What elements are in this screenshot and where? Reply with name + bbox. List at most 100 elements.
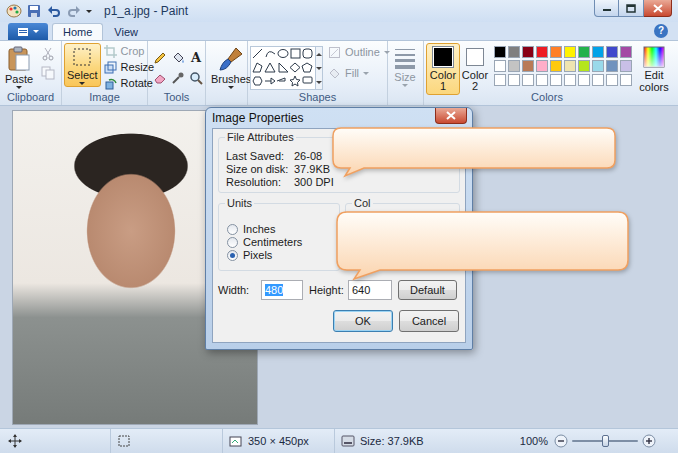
palette-color[interactable]: [592, 46, 604, 58]
zoom-out-icon[interactable]: [554, 434, 568, 448]
palette-color[interactable]: [494, 60, 506, 72]
fill-tool[interactable]: [169, 49, 187, 67]
palette-color[interactable]: [592, 60, 604, 72]
palette-color[interactable]: [522, 74, 534, 86]
text-tool[interactable]: A: [187, 49, 205, 67]
palette-color[interactable]: [522, 46, 534, 58]
palette-color[interactable]: [536, 46, 548, 58]
color-swatch: [432, 46, 454, 68]
ribbon-tab[interactable]: View: [103, 23, 149, 40]
undo-icon[interactable]: [46, 3, 62, 19]
magnifier-tool[interactable]: [187, 69, 205, 87]
color-slot-button[interactable]: Color 2: [460, 43, 490, 95]
close-button[interactable]: [644, 0, 672, 17]
palette-color[interactable]: [620, 46, 632, 58]
brushes-group: Brushes: [206, 41, 248, 105]
palette-color[interactable]: [606, 60, 618, 72]
palette-color[interactable]: [620, 74, 632, 86]
selection-size: [110, 429, 222, 453]
palette-color[interactable]: [522, 60, 534, 72]
zoom-slider[interactable]: [572, 434, 638, 448]
select-button[interactable]: Select: [64, 43, 101, 87]
paint-app-icon[interactable]: [6, 3, 22, 19]
unit-radio[interactable]: Inches: [227, 223, 339, 236]
zoom-slider-thumb[interactable]: [602, 435, 609, 447]
palette-color[interactable]: [508, 74, 520, 86]
edit-colors-button[interactable]: Edit colors: [635, 43, 673, 95]
menu-caret-icon: [33, 30, 39, 33]
palette-color[interactable]: [494, 46, 506, 58]
window-controls: [594, 0, 672, 17]
dialog-close-button[interactable]: [435, 108, 467, 124]
rotate-icon: [104, 77, 117, 90]
save-icon[interactable]: [26, 3, 42, 19]
file-size: Size: 37.9KB: [334, 429, 484, 453]
size-button[interactable]: Size: [390, 43, 420, 89]
palette-color[interactable]: [564, 46, 576, 58]
outline-icon: [328, 46, 341, 59]
group-label: Shapes: [250, 91, 385, 105]
group-label: Colors: [426, 91, 668, 105]
width-input[interactable]: 480: [261, 280, 303, 300]
palette-color[interactable]: [536, 74, 548, 86]
zoom-control: 100%: [520, 434, 678, 448]
maximize-button[interactable]: [619, 0, 644, 17]
crop-button[interactable]: Crop: [104, 44, 155, 59]
eraser-tool[interactable]: [151, 69, 169, 87]
minimize-button[interactable]: [594, 0, 619, 17]
unit-radio[interactable]: Centimeters: [227, 236, 339, 249]
outline-button[interactable]: Outline: [328, 45, 390, 60]
palette-color[interactable]: [606, 46, 618, 58]
palette-color[interactable]: [578, 60, 590, 72]
palette-color[interactable]: [564, 74, 576, 86]
unit-radio[interactable]: Pixels: [227, 249, 339, 262]
palette-color[interactable]: [620, 60, 632, 72]
palette-color[interactable]: [550, 46, 562, 58]
ribbon-tab[interactable]: Home: [52, 23, 103, 40]
callout-bubble: [334, 209, 632, 281]
palette-color[interactable]: [550, 60, 562, 72]
palette-color[interactable]: [578, 74, 590, 86]
tool-grid: A: [150, 43, 205, 87]
palette-color[interactable]: [494, 74, 506, 86]
height-input[interactable]: 640: [348, 280, 392, 300]
group-label-space: [390, 91, 421, 105]
dialog-button[interactable]: OK: [333, 310, 393, 332]
cut-button[interactable]: [40, 46, 56, 62]
color-slot-button[interactable]: Color 1: [426, 43, 460, 95]
redo-icon[interactable]: [66, 3, 82, 19]
zoom-in-icon[interactable]: [642, 434, 656, 448]
paste-button[interactable]: Paste: [2, 43, 36, 91]
default-button[interactable]: Default: [398, 280, 457, 300]
image-size-icon: [229, 434, 243, 448]
palette-color[interactable]: [578, 46, 590, 58]
palette-color[interactable]: [536, 60, 548, 72]
palette-color[interactable]: [606, 74, 618, 86]
rotate-button[interactable]: Rotate: [104, 76, 155, 91]
picker-tool[interactable]: [169, 69, 187, 87]
attribute-row: Resolution:300 DPI: [226, 176, 459, 189]
disk-icon: [341, 434, 355, 448]
cursor-position: [0, 429, 110, 453]
palette-color[interactable]: [508, 60, 520, 72]
color-spectrum-icon: [643, 46, 665, 68]
help-button[interactable]: ?: [654, 24, 668, 38]
palette-color[interactable]: [592, 74, 604, 86]
gallery-scroll[interactable]: [316, 46, 323, 90]
palette-color[interactable]: [550, 74, 562, 86]
palette-color[interactable]: [564, 60, 576, 72]
customize-caret-icon[interactable]: [86, 10, 92, 13]
copy-button[interactable]: [40, 65, 56, 81]
dialog-button[interactable]: Cancel: [399, 310, 459, 332]
paint-menu-button[interactable]: [8, 23, 48, 40]
group-label: Clipboard: [2, 91, 59, 105]
fill-button[interactable]: Fill: [328, 66, 390, 81]
pencil-tool[interactable]: [151, 49, 169, 67]
eraser-icon: [153, 71, 167, 85]
ribbon-tab-row: HomeView?: [0, 22, 678, 40]
palette-color[interactable]: [508, 46, 520, 58]
ribbon: PasteClipboardSelectCropResizeRotateImag…: [0, 40, 678, 106]
resize-button[interactable]: Resize: [104, 60, 155, 75]
units-group: UnitsInchesCentimetersPixels: [218, 203, 340, 271]
shapes-gallery-icon[interactable]: [250, 46, 316, 90]
